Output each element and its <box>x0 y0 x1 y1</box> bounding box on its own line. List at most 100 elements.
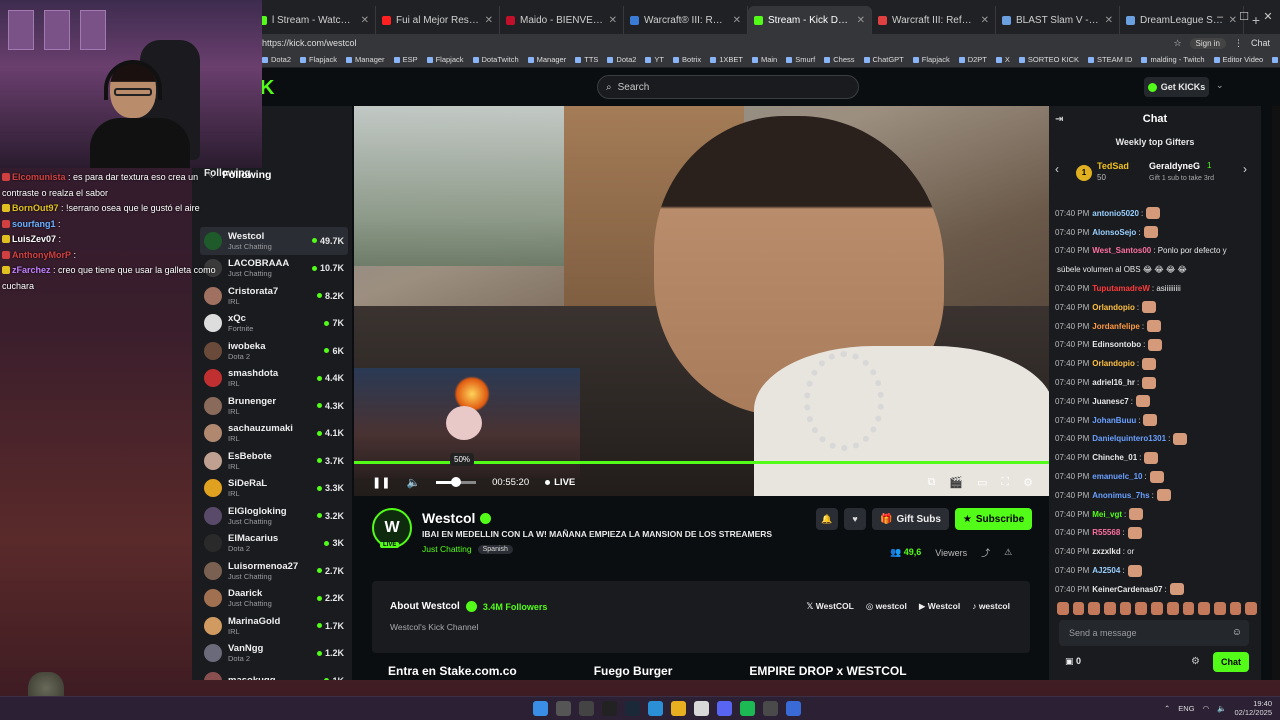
share-icon[interactable]: ⤴ <box>981 546 990 559</box>
emote-icon[interactable] <box>1119 602 1132 615</box>
bookmark-item[interactable]: Smurf <box>786 55 815 64</box>
sidebar-channel-item[interactable]: smashdota IRL 4.4K <box>200 365 348 393</box>
tab-close-icon[interactable]: ✕ <box>1105 15 1113 26</box>
emote-icon[interactable] <box>1104 602 1116 615</box>
emote-icon[interactable] <box>1135 602 1148 615</box>
bell-icon[interactable]: 🔔 <box>816 508 838 530</box>
message-username[interactable]: adriel16_hr <box>1092 378 1135 387</box>
bookmark-item[interactable]: YT <box>645 55 664 64</box>
wifi-icon[interactable]: ◠ <box>1203 704 1210 713</box>
clip-icon[interactable]: 🎬 <box>949 476 963 489</box>
bookmark-item[interactable]: TTS <box>575 55 598 64</box>
message-username[interactable]: Juanesc7 <box>1092 397 1128 406</box>
notepad-icon[interactable] <box>694 701 709 716</box>
bookmark-item[interactable]: D2PT <box>958 55 987 64</box>
windows-start-icon[interactable] <box>533 701 548 716</box>
x-social-link[interactable]: 𝕏 WestCOL <box>807 601 854 612</box>
bookmark-item[interactable]: Editor Video <box>1213 55 1263 64</box>
emote-icon[interactable] <box>1213 602 1226 615</box>
message-username[interactable]: antonio5020 <box>1092 209 1139 218</box>
language-tag[interactable]: Spanish <box>477 544 513 554</box>
volume-knob[interactable] <box>451 476 462 487</box>
sign-in-button[interactable]: Sign in <box>1189 37 1226 49</box>
fullscreen-icon[interactable]: ⛶ <box>1001 476 1009 489</box>
category-link[interactable]: Just Chatting <box>422 544 472 554</box>
sidebar-channel-item[interactable]: xQc Fortnite 7K <box>200 310 348 338</box>
bookmark-item[interactable]: SORTEO KICK <box>1018 55 1079 64</box>
pip-icon[interactable]: ⧉ <box>927 476 935 489</box>
bookmark-item[interactable]: Dota2 <box>262 55 291 64</box>
sidebar-channel-item[interactable]: EsBebote IRL 3.7K <box>200 447 348 475</box>
bookmark-item[interactable]: STEAM ID <box>1088 55 1132 64</box>
channel-name[interactable]: Westcol <box>422 510 492 526</box>
sidebar-channel-item[interactable]: MarinaGold IRL 1.7K <box>200 612 348 640</box>
get-kicks-button[interactable]: Get KICKs <box>1144 77 1209 97</box>
message-username[interactable]: Anonimus_7hs <box>1092 491 1149 500</box>
message-username[interactable]: KeinerCardenas07 <box>1092 585 1162 594</box>
bookmark-item[interactable]: Botrix <box>673 55 701 64</box>
browser-tab[interactable]: Stream - Kick Dashboard ✕ <box>748 6 872 34</box>
browser-tab[interactable]: Warcraft® III: Reforged - Warcra ✕ <box>624 6 748 34</box>
bookmark-item[interactable]: X <box>995 55 1010 64</box>
tab-close-icon[interactable]: ✕ <box>733 15 741 26</box>
message-username[interactable]: West_Santos00 <box>1092 246 1151 255</box>
sidebar-channel-item[interactable]: Cristorata7 IRL 8.2K <box>200 282 348 310</box>
collapse-chat-icon[interactable]: ⇥ <box>1055 114 1063 125</box>
browser-tab[interactable]: Fui al Mejor Restaurante del Mu ✕ <box>376 6 500 34</box>
report-icon[interactable]: ⚠ <box>1004 547 1012 558</box>
bookmark-item[interactable]: Flapjack <box>426 55 464 64</box>
bookmark-item[interactable]: Manager <box>527 55 566 64</box>
search-input[interactable]: ⌕ Search <box>597 75 859 99</box>
browser-tab[interactable]: BLAST Slam V - Liquipedia Dota ✕ <box>996 6 1120 34</box>
panel-title[interactable]: Entra en Stake.com.co <box>388 664 517 678</box>
file-explorer-icon[interactable] <box>671 701 686 716</box>
address-bar[interactable]: https://kick.com/westcol ☆ Sign in ⋮ Cha… <box>192 34 1280 52</box>
chat-input[interactable]: Send a message ☺ <box>1059 620 1249 646</box>
sidebar-channel-item[interactable]: ElMacarius Dota 2 3K <box>200 530 348 558</box>
sidebar-channel-item[interactable]: Brunenger IRL 4.3K <box>200 392 348 420</box>
panel-title[interactable]: Fuego Burger <box>594 664 673 678</box>
sidebar-channel-item[interactable]: SiDeRaL IRL 3.3K <box>200 475 348 503</box>
maximize-icon[interactable]: ☐ <box>1232 0 1256 34</box>
bookmark-item[interactable]: Flapjack <box>912 55 950 64</box>
bookmark-item[interactable]: Main <box>751 55 777 64</box>
message-username[interactable]: Orlandopio <box>1092 359 1135 368</box>
tab-close-icon[interactable]: ✕ <box>485 15 493 26</box>
bookmark-item[interactable]: malding - Twitch <box>1141 55 1205 64</box>
obs-icon[interactable] <box>602 701 617 716</box>
bookmark-item[interactable]: ESP <box>393 55 418 64</box>
gifter-name[interactable]: GeraldyneG <box>1149 161 1200 171</box>
tab-close-icon[interactable]: ✕ <box>857 15 865 26</box>
bookmark-item[interactable]: DotaTwitch <box>472 55 519 64</box>
sidebar-channel-item[interactable]: ElGlogloking Just Chatting 3.2K <box>200 502 348 530</box>
emote-icon[interactable] <box>1151 602 1163 615</box>
emote-icon[interactable] <box>1088 602 1101 615</box>
chat-settings-icon[interactable]: ⚙ <box>1191 656 1200 667</box>
message-username[interactable]: Jordanfelipe <box>1092 322 1140 331</box>
tab-close-icon[interactable]: ✕ <box>361 15 369 26</box>
bookmark-item[interactable]: Framed <box>1272 55 1280 64</box>
sidebar-channel-item[interactable]: Daarick Just Chatting 2.2K <box>200 585 348 613</box>
panel-title[interactable]: EMPIRE DROP x WESTCOL <box>749 664 906 678</box>
volume-slider[interactable] <box>436 476 477 487</box>
bookmark-item[interactable]: Chess <box>824 55 855 64</box>
live-indicator[interactable]: LIVE <box>545 477 575 488</box>
message-username[interactable]: R55568 <box>1092 528 1120 537</box>
chevron-up-icon[interactable]: ⌃ <box>1164 704 1170 713</box>
sidebar-channel-item[interactable]: sachauzumaki IRL 4.1K <box>200 420 348 448</box>
language-indicator[interactable]: ENG <box>1178 704 1194 713</box>
browser-chat-button[interactable]: Chat <box>1251 38 1270 48</box>
message-username[interactable]: Chinche_01 <box>1092 453 1137 462</box>
url-text[interactable]: https://kick.com/westcol <box>262 38 1173 48</box>
channel-points[interactable]: ▣ 0 <box>1065 656 1081 667</box>
chevron-left-icon[interactable]: ‹ <box>1055 162 1059 176</box>
gifter-name[interactable]: TedSad <box>1097 161 1129 171</box>
star-icon[interactable]: ☆ <box>1173 38 1181 49</box>
edge-icon[interactable] <box>648 701 663 716</box>
search-icon[interactable] <box>556 701 571 716</box>
tiktok-social-link[interactable]: ♪ westcol <box>972 601 1010 612</box>
sidebar-channel-item[interactable]: masokugg 1K <box>200 667 348 680</box>
sidebar-channel-item[interactable]: LACOBRAAA Just Chatting 10.7K <box>200 255 348 283</box>
steam-icon[interactable] <box>625 701 640 716</box>
volume-icon[interactable]: 🔈 <box>406 476 420 489</box>
